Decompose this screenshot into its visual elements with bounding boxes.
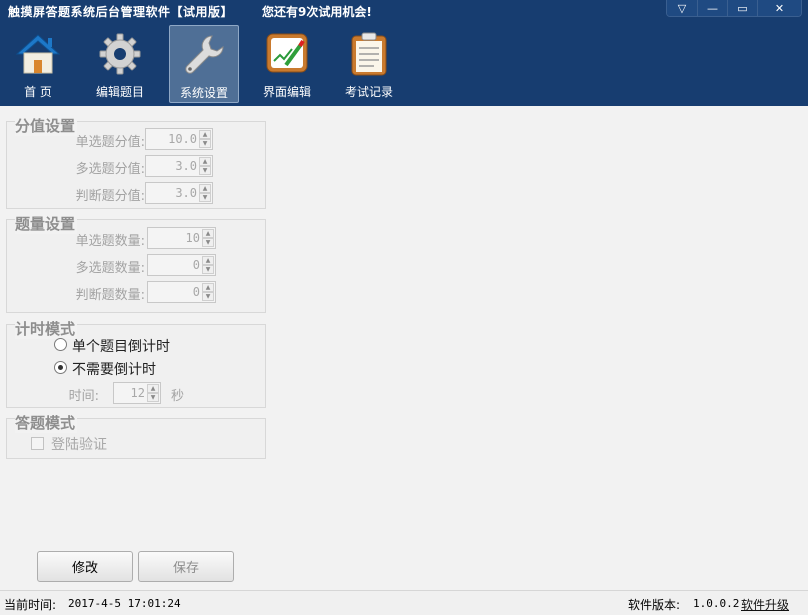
multi-score-label: 多选题分值: — [75, 162, 145, 177]
timer-mode-group: 计时模式 单个题目倒计时 不需要倒计时 时间: 12 ▲ ▼ 秒 — [6, 318, 266, 408]
spin-up-arrow[interactable]: ▲ — [202, 229, 214, 238]
judge-quantity-value: 0 — [192, 285, 200, 299]
spin-down-arrow[interactable]: ▼ — [199, 193, 211, 202]
spin-up-arrow[interactable]: ▲ — [202, 256, 214, 265]
judge-quantity-spinner[interactable]: 0 ▲ ▼ — [147, 281, 216, 303]
spin-up-arrow[interactable]: ▲ — [199, 130, 211, 139]
version-value: 1.0.0.2 — [693, 597, 740, 610]
multi-quantity-label: 多选题数量: — [75, 261, 145, 276]
title-bar: 触摸屏答题系统后台管理软件【试用版】 您还有9次试用机会! ▽ — ▭ ✕ — [0, 0, 808, 22]
time-label: 时间: — [68, 389, 99, 404]
tool-interface-edit[interactable]: 界面编辑 — [252, 25, 322, 103]
time-value: 12 — [130, 386, 145, 400]
spin-down-arrow[interactable]: ▼ — [147, 393, 159, 402]
app-title: 触摸屏答题系统后台管理软件【试用版】 — [8, 5, 234, 19]
radio-circle-selected — [54, 361, 67, 374]
multi-quantity-row: 多选题数量: — [7, 254, 145, 276]
spin-up-arrow[interactable]: ▲ — [199, 184, 211, 193]
status-bar: 当前时间: 2017-4-5 17:01:24 软件版本: 1.0.0.2 软件… — [0, 590, 808, 615]
time-unit: 秒 — [171, 389, 185, 404]
multi-score-value: 3.0 — [175, 159, 197, 173]
menu-dropdown-button[interactable]: ▽ — [667, 0, 697, 16]
minimize-button[interactable]: — — [697, 0, 727, 16]
multi-score-row: 多选题分值: — [7, 155, 145, 177]
tool-edit-questions-label: 编辑题目 — [95, 85, 144, 99]
gear-icon — [99, 33, 141, 75]
login-verify-label: 登陆验证 — [51, 437, 107, 453]
window-controls: ▽ — ▭ ✕ — [666, 0, 802, 17]
single-quantity-value: 10 — [185, 231, 200, 245]
spin-down-arrow[interactable]: ▼ — [199, 139, 211, 148]
radio-no-countdown[interactable]: 不需要倒计时 — [54, 358, 204, 378]
quantity-settings-group: 题量设置 单选题数量: 10 ▲ ▼ 多选题数量: 0 ▲ ▼ 判断题数量: 0 ▲… — [6, 213, 266, 313]
radio-circle — [54, 338, 67, 351]
maximize-button[interactable]: ▭ — [727, 0, 757, 16]
login-verify-checkbox[interactable]: 登陆验证 — [31, 434, 151, 453]
judge-quantity-label: 判断题数量: — [75, 288, 145, 303]
radio-per-question-countdown[interactable]: 单个题目倒计时 — [54, 335, 204, 355]
judge-score-row: 判断题分值: — [7, 182, 145, 204]
judge-score-value: 3.0 — [175, 186, 197, 200]
time-row: 时间: — [7, 382, 99, 404]
multi-score-spinner[interactable]: 3.0 ▲ ▼ — [145, 155, 213, 177]
multi-quantity-value: 0 — [192, 258, 200, 272]
tool-interface-edit-label: 界面编辑 — [262, 85, 311, 99]
spin-up-arrow[interactable]: ▲ — [202, 283, 214, 292]
trial-message: 您还有9次试用机会! — [262, 5, 372, 19]
tool-edit-questions[interactable]: 编辑题目 — [85, 25, 155, 103]
single-score-row: 单选题分值: — [7, 128, 145, 150]
tool-home-label: 首 页 — [24, 85, 52, 99]
single-score-spinner[interactable]: 10.0 ▲ ▼ — [145, 128, 213, 150]
judge-quantity-row: 判断题数量: — [7, 281, 145, 303]
spin-down-arrow[interactable]: ▼ — [202, 238, 214, 247]
spin-up-arrow[interactable]: ▲ — [199, 157, 211, 166]
judge-score-spinner[interactable]: 3.0 ▲ ▼ — [145, 182, 213, 204]
home-icon — [15, 34, 61, 74]
spin-up-arrow[interactable]: ▲ — [147, 384, 159, 393]
judge-score-label: 判断题分值: — [75, 189, 145, 204]
upgrade-link[interactable]: 软件升级 — [741, 596, 789, 613]
tool-system-settings[interactable]: 系统设置 — [169, 25, 239, 103]
edit-board-icon — [266, 33, 308, 73]
single-score-label: 单选题分值: — [75, 135, 145, 150]
single-score-value: 10.0 — [168, 132, 197, 146]
clipboard-icon — [351, 32, 387, 76]
close-button[interactable]: ✕ — [757, 0, 801, 16]
tool-home[interactable]: 首 页 — [3, 25, 73, 103]
single-quantity-label: 单选题数量: — [75, 234, 145, 249]
answer-mode-title: 答题模式 — [15, 412, 78, 433]
spin-down-arrow[interactable]: ▼ — [202, 265, 214, 274]
multi-quantity-spinner[interactable]: 0 ▲ ▼ — [147, 254, 216, 276]
answer-mode-group: 答题模式 登陆验证 — [6, 412, 266, 459]
per-question-countdown-label: 单个题目倒计时 — [72, 339, 170, 355]
single-quantity-spinner[interactable]: 10 ▲ ▼ — [147, 227, 216, 249]
no-countdown-label: 不需要倒计时 — [72, 362, 156, 378]
version-label: 软件版本: — [628, 598, 681, 612]
tool-exam-records[interactable]: 考试记录 — [334, 25, 404, 103]
spin-down-arrow[interactable]: ▼ — [199, 166, 211, 175]
spin-down-arrow[interactable]: ▼ — [202, 292, 214, 301]
time-spinner[interactable]: 12 ▲ ▼ — [113, 382, 161, 404]
score-settings-group: 分值设置 单选题分值: 10.0 ▲ ▼ 多选题分值: 3.0 ▲ ▼ 判断题分值:… — [6, 115, 266, 209]
modify-button[interactable]: 修改 — [37, 551, 133, 582]
single-quantity-row: 单选题数量: — [7, 227, 145, 249]
current-time-value: 2017-4-5 17:01:24 — [68, 597, 181, 610]
wrench-icon — [185, 35, 224, 74]
tool-exam-records-label: 考试记录 — [344, 85, 393, 99]
tool-system-settings-label: 系统设置 — [179, 86, 228, 100]
main-toolbar: 首 页 编辑题目 系统设置 界面编辑 考试记录 — [0, 22, 808, 106]
save-button[interactable]: 保存 — [138, 551, 234, 582]
current-time-label: 当前时间: — [4, 598, 57, 612]
checkbox-box — [31, 437, 44, 450]
